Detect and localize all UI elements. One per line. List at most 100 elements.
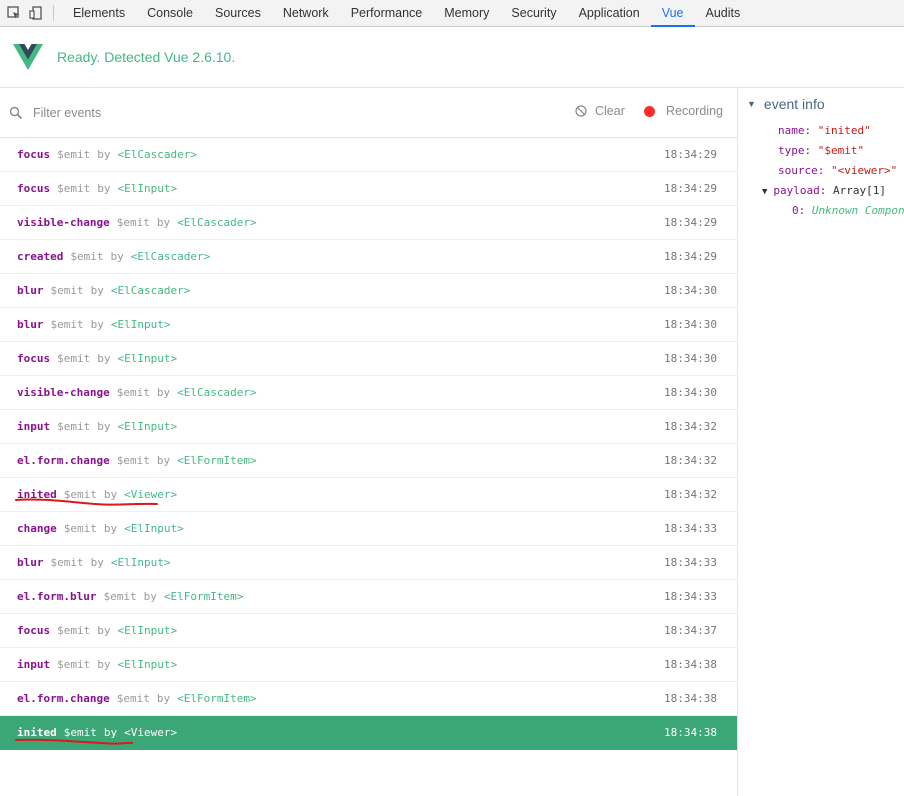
- event-info-title: event info: [763, 96, 825, 112]
- tab-vue[interactable]: Vue: [650, 0, 695, 27]
- tab-security[interactable]: Security: [500, 0, 567, 26]
- clear-icon: [575, 105, 587, 117]
- event-time: 18:34:30: [664, 352, 717, 365]
- event-time: 18:34:29: [664, 182, 717, 195]
- info-prop-payload-item: 0: Unknown Component: [792, 204, 904, 217]
- event-by-label: by: [103, 522, 118, 535]
- prop-value: "inited": [817, 124, 871, 137]
- event-type: $emit: [116, 386, 150, 399]
- event-row[interactable]: focus $emit by <ElInput> 18:34:37: [0, 614, 737, 648]
- event-component: <ElInput>: [117, 182, 178, 195]
- prop-key: name:: [778, 124, 812, 137]
- event-type: $emit: [103, 590, 137, 603]
- event-row[interactable]: change $emit by <ElInput> 18:34:33: [0, 512, 737, 546]
- event-row[interactable]: blur $emit by <ElInput> 18:34:30: [0, 308, 737, 342]
- tab-console[interactable]: Console: [136, 0, 204, 26]
- info-prop-payload[interactable]: ▼ payload: Array[1]: [762, 184, 886, 197]
- event-row[interactable]: focus $emit by <ElInput> 18:34:30: [0, 342, 737, 376]
- event-name: blur: [17, 318, 44, 331]
- event-by-label: by: [156, 454, 171, 467]
- tab-memory[interactable]: Memory: [433, 0, 500, 26]
- event-row[interactable]: blur $emit by <ElCascader> 18:34:30: [0, 274, 737, 308]
- clear-label: Clear: [595, 104, 625, 118]
- event-component: <ElCascader>: [110, 284, 191, 297]
- event-name: visible-change: [17, 216, 110, 229]
- event-name: input: [17, 420, 51, 433]
- event-time: 18:34:30: [664, 386, 717, 399]
- event-type: $emit: [116, 454, 150, 467]
- events-pane: Clear Recording focus $emit by <ElCascader>…: [0, 88, 738, 796]
- event-name: inited: [17, 488, 57, 501]
- event-name: change: [17, 522, 57, 535]
- event-component: <ElFormItem>: [163, 590, 244, 603]
- event-by-label: by: [97, 352, 111, 365]
- event-row[interactable]: focus $emit by <ElCascader> 18:34:29: [0, 138, 737, 172]
- event-name: blur: [17, 284, 44, 297]
- event-by-label: by: [90, 318, 104, 331]
- event-row[interactable]: el.form.change $emit by <ElFormItem> 18:34:3…: [0, 682, 737, 716]
- tab-sources[interactable]: Sources: [204, 0, 272, 26]
- event-component: <ElCascader>: [177, 216, 257, 229]
- event-time: 18:34:33: [664, 556, 717, 569]
- event-name: el.form.change: [17, 692, 110, 705]
- event-time: 18:34:38: [664, 658, 717, 671]
- tab-application[interactable]: Application: [568, 0, 651, 26]
- event-time: 18:34:37: [664, 624, 717, 637]
- event-name: focus: [17, 624, 51, 637]
- event-info-header[interactable]: ▼ event info: [747, 96, 825, 112]
- event-row[interactable]: input $emit by <ElInput> 18:34:32: [0, 410, 737, 444]
- event-component: <ElInput>: [124, 522, 184, 535]
- recording-dot-icon: [644, 105, 655, 117]
- recording-toggle[interactable]: Recording: [644, 104, 723, 118]
- event-time: 18:34:32: [664, 488, 717, 501]
- event-type: $emit: [50, 284, 84, 297]
- device-toolbar-icon[interactable]: [25, 0, 47, 26]
- tab-audits[interactable]: Audits: [695, 0, 752, 26]
- event-row[interactable]: blur $emit by <ElInput> 18:34:33: [0, 546, 737, 580]
- event-by-label: by: [143, 590, 157, 603]
- event-by-label: by: [110, 250, 124, 263]
- event-row[interactable]: focus $emit by <ElInput> 18:34:29: [0, 172, 737, 206]
- prop-key: 0:: [792, 204, 806, 217]
- event-name: input: [17, 658, 51, 671]
- event-component: <ElInput>: [117, 624, 178, 637]
- event-row[interactable]: visible-change $emit by <ElCascader> 18:34:3…: [0, 376, 737, 410]
- event-time: 18:34:29: [664, 250, 717, 263]
- devtools-tab-bar: Elements Console Sources Network Perform…: [0, 0, 904, 27]
- event-row[interactable]: created $emit by <ElCascader> 18:34:29: [0, 240, 737, 274]
- prop-key: type:: [778, 144, 812, 157]
- event-component: <ElCascader>: [130, 250, 211, 263]
- tab-performance[interactable]: Performance: [340, 0, 434, 26]
- event-row[interactable]: inited $emit by <Viewer> 18:34:32: [0, 478, 737, 512]
- event-filter-bar: Clear Recording: [0, 88, 737, 138]
- event-name: el.form.change: [17, 454, 110, 467]
- event-type: $emit: [57, 182, 91, 195]
- event-by-label: by: [97, 624, 111, 637]
- event-component: <ElInput>: [110, 318, 171, 331]
- info-prop-type: type: "$emit": [778, 144, 864, 157]
- event-name: el.form.blur: [17, 590, 97, 603]
- event-by-label: by: [97, 658, 111, 671]
- event-name: inited: [17, 726, 57, 739]
- event-row[interactable]: inited $emit by <Viewer> 18:34:38: [0, 716, 737, 750]
- vue-logo: [13, 44, 43, 70]
- collapse-arrow-icon: ▼: [747, 99, 756, 109]
- tab-network[interactable]: Network: [272, 0, 340, 26]
- event-row[interactable]: el.form.change $emit by <ElFormItem> 18:34:3…: [0, 444, 737, 478]
- filter-events-input[interactable]: [33, 105, 433, 120]
- inspect-element-icon[interactable]: [3, 0, 25, 26]
- event-row[interactable]: el.form.blur $emit by <ElFormItem> 18:34:33: [0, 580, 737, 614]
- event-by-label: by: [90, 284, 104, 297]
- vue-devtools-header: Ready. Detected Vue 2.6.10.: [0, 27, 904, 88]
- event-row[interactable]: input $emit by <ElInput> 18:34:38: [0, 648, 737, 682]
- event-row[interactable]: visible-change $emit by <ElCascader> 18:34:2…: [0, 206, 737, 240]
- tab-elements[interactable]: Elements: [62, 0, 136, 26]
- event-time: 18:34:33: [664, 590, 717, 603]
- prop-value: Array[1]: [833, 184, 887, 197]
- recording-label: Recording: [666, 104, 723, 118]
- event-type: $emit: [63, 522, 97, 535]
- event-by-label: by: [156, 386, 171, 399]
- event-component: <Viewer>: [124, 726, 178, 739]
- prop-value: "$emit": [817, 144, 865, 157]
- clear-events-button[interactable]: Clear: [575, 104, 625, 118]
